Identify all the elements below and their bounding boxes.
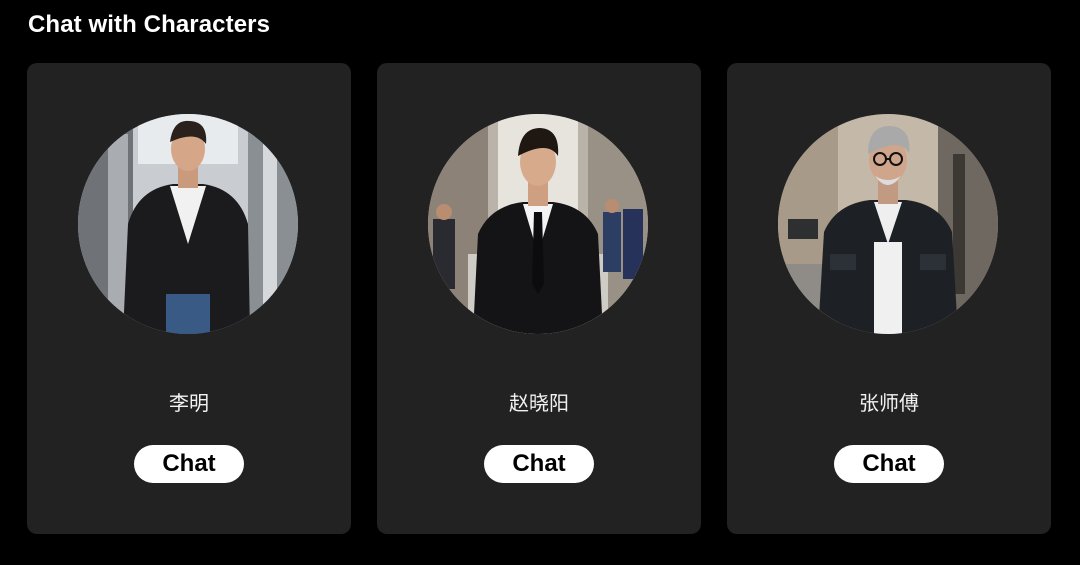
page-title: Chat with Characters xyxy=(28,11,271,38)
avatar xyxy=(778,114,998,334)
avatar xyxy=(428,114,648,334)
avatar xyxy=(78,114,298,334)
character-card-list: 李明 Chat 赵晓阳 Chat 张师傅 Chat xyxy=(27,63,1051,534)
man-black-suit-avatar xyxy=(428,114,648,334)
character-card: 李明 Chat xyxy=(27,63,351,534)
character-card: 赵晓阳 Chat xyxy=(377,63,701,534)
chat-button[interactable]: Chat xyxy=(484,445,594,483)
character-name: 赵晓阳 xyxy=(509,391,569,415)
chat-button[interactable]: Chat xyxy=(134,445,244,483)
character-card: 张师傅 Chat xyxy=(727,63,1051,534)
older-man-glasses-jacket-avatar xyxy=(778,114,998,334)
character-name: 张师傅 xyxy=(859,391,919,415)
character-name: 李明 xyxy=(169,391,209,415)
chat-button[interactable]: Chat xyxy=(834,445,944,483)
young-man-leather-jacket-avatar xyxy=(78,114,298,334)
